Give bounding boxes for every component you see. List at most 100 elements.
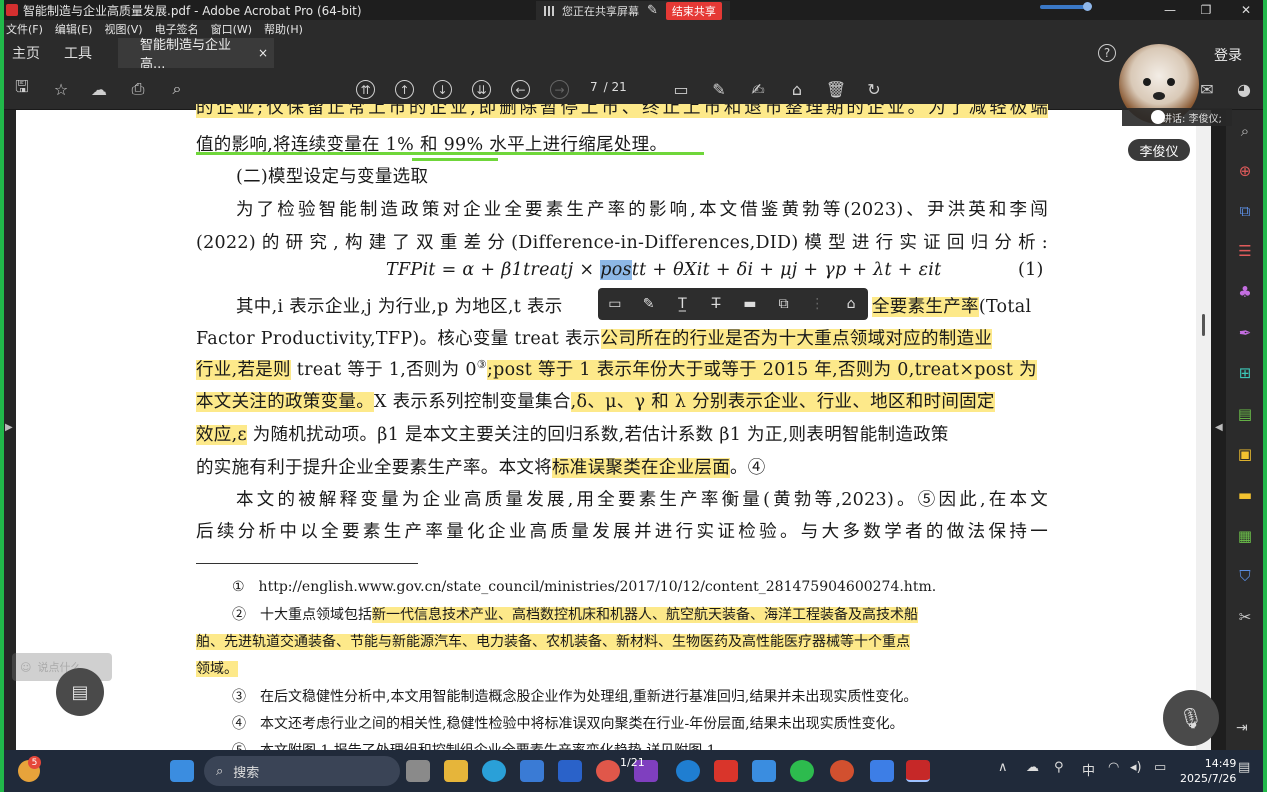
start-icon[interactable] <box>170 760 194 782</box>
battery-icon[interactable]: ▭ <box>1154 760 1166 775</box>
tray-app-icon[interactable]: ☁ <box>1026 760 1039 775</box>
menu-help[interactable]: 帮助(H) <box>264 21 303 37</box>
send-review-icon[interactable]: ▣ <box>1234 443 1256 465</box>
store-icon[interactable] <box>520 760 544 782</box>
ie-icon[interactable] <box>676 760 700 782</box>
clock[interactable]: 14:49 2025/7/26 <box>1180 756 1236 786</box>
mail-icon[interactable]: ✉ <box>1196 78 1218 100</box>
task-view-icon[interactable] <box>406 760 430 782</box>
green-underline <box>196 152 704 155</box>
app-icon[interactable] <box>558 760 582 782</box>
wps-icon[interactable] <box>714 760 738 782</box>
meeting-icon[interactable] <box>870 760 894 782</box>
comment-tool-icon[interactable]: ▬ <box>1234 484 1256 506</box>
upload-cloud-icon[interactable]: ☁ <box>88 78 110 100</box>
taskbar-search[interactable]: ⌕ 搜索 <box>204 756 400 786</box>
edit-pdf-icon[interactable]: ⊞ <box>1234 362 1256 384</box>
section-heading: (二)模型设定与变量选取 <box>236 167 429 187</box>
acrobat-icon <box>6 4 18 16</box>
stamp-icon[interactable]: ▬ <box>733 296 767 312</box>
help-icon[interactable]: ? <box>1098 44 1116 62</box>
volume-icon[interactable]: ◂) <box>1130 760 1142 775</box>
sign-icon[interactable]: ✍ <box>747 78 769 100</box>
mic-muted-button[interactable]: 🎙 <box>1163 690 1219 746</box>
next-page-icon[interactable]: ↓ <box>433 80 452 99</box>
first-page-icon[interactable]: ⇈ <box>356 80 375 99</box>
page-indicator[interactable]: 7 / 21 <box>590 80 627 94</box>
combine-files-icon[interactable]: ⧉ <box>1234 200 1256 222</box>
menu-view[interactable]: 视图(V) <box>104 21 142 37</box>
save-icon[interactable]: 🖫 <box>11 77 33 100</box>
highlight-icon[interactable]: ✎ <box>632 296 666 312</box>
add-comment-icon[interactable]: ▭ <box>598 296 632 312</box>
underline-text-icon[interactable]: T̲ <box>666 296 700 312</box>
copy-icon[interactable]: ⧉ <box>767 296 801 312</box>
restore-button[interactable]: ❐ <box>1186 0 1226 20</box>
feishu-icon[interactable] <box>752 760 776 782</box>
print-production-icon[interactable]: ▦ <box>1234 525 1256 547</box>
export-pdf-icon[interactable]: ♣ <box>1234 281 1256 303</box>
last-page-icon[interactable]: ⇊ <box>472 80 491 99</box>
notification-icon[interactable]: ▤ <box>1238 760 1250 775</box>
tray-chevron-icon[interactable]: ∧ <box>998 760 1008 775</box>
wechat-icon[interactable] <box>790 760 814 782</box>
rotate-icon[interactable]: ↻ <box>863 78 885 100</box>
menu-edit[interactable]: 编辑(E) <box>55 21 93 37</box>
tray-mic-icon[interactable]: ⚲ <box>1054 760 1064 775</box>
search-tool-icon[interactable]: ⌕ <box>1234 120 1256 142</box>
highlight-pen-icon[interactable]: ✎ <box>708 78 730 100</box>
expand-left-icon[interactable]: ▶ <box>5 422 13 433</box>
right-panel-toggle[interactable]: ◀ <box>1211 110 1226 750</box>
vertical-scrollbar[interactable] <box>1196 110 1211 750</box>
edge-icon[interactable] <box>482 760 506 782</box>
nose <box>1153 92 1165 100</box>
organize-pages-icon[interactable]: ☰ <box>1234 240 1256 262</box>
selected-text[interactable]: pos <box>600 260 632 280</box>
account-icon[interactable]: ◕ <box>1233 78 1255 100</box>
forward-icon[interactable]: → <box>550 80 569 99</box>
text-line: 后续分析中以全要素生产率量化企业高质量发展并进行实证检验。与大多数学者的做法保持… <box>196 522 1048 542</box>
emoji-icon[interactable]: ☺ <box>20 661 31 674</box>
wifi-icon[interactable]: ◠ <box>1108 760 1119 775</box>
volume-slider[interactable] <box>1040 2 1092 11</box>
footnote: ③ 在后文稳健性分析中,本文用智能制造概念股企业作为处理组,重新进行基准回归,结… <box>232 689 918 705</box>
footnote: ② 十大重点领域包括新一代信息技术产业、高档数控机床和机器人、航空航天装备、海洋… <box>232 607 918 623</box>
zoom-search-icon[interactable]: ⌕ <box>166 78 188 100</box>
prev-page-icon[interactable]: ↑ <box>395 80 414 99</box>
login-button[interactable]: 登录 <box>1214 45 1242 65</box>
scrollbar-thumb[interactable] <box>1202 314 1205 336</box>
file-explorer-icon[interactable] <box>444 760 468 782</box>
fill-sign-icon[interactable]: ✒ <box>1234 322 1256 344</box>
app-icon[interactable] <box>596 760 620 782</box>
annotate-icon[interactable]: ✎ <box>647 3 658 18</box>
exit-fullscreen-icon[interactable]: ⇥ <box>1236 720 1248 736</box>
current-page[interactable]: 7 <box>590 80 598 94</box>
protect-icon[interactable]: ⛉ <box>1234 565 1256 587</box>
print-icon[interactable]: ⎙ <box>127 78 149 100</box>
tab-home[interactable]: 主页 <box>0 43 52 63</box>
end-share-button[interactable]: 结束共享 <box>665 1 722 20</box>
edit-tag-icon[interactable]: ⌂ <box>786 78 808 100</box>
notification-badge: 5 <box>28 756 41 769</box>
more-tools-icon[interactable]: ✂ <box>1234 606 1256 628</box>
delete-icon[interactable]: 🗑 <box>825 78 847 100</box>
ime-indicator[interactable]: 中 <box>1082 760 1095 779</box>
tab-tools[interactable]: 工具 <box>52 43 104 63</box>
create-pdf-icon[interactable]: ⊕ <box>1234 160 1256 182</box>
menu-file[interactable]: 文件(F) <box>6 21 43 37</box>
close-button[interactable]: ✕ <box>1226 0 1266 20</box>
more-options-icon[interactable]: ⌂ <box>834 296 868 312</box>
chat-button[interactable]: ▤ <box>56 668 104 716</box>
close-tab-icon[interactable]: × <box>258 46 268 60</box>
scan-icon[interactable]: ▤ <box>1234 403 1256 425</box>
strikethrough-icon[interactable]: T̶ <box>699 296 733 312</box>
minimize-button[interactable]: — <box>1150 0 1190 20</box>
tab-document[interactable]: 智能制造与企业高... × <box>118 38 274 72</box>
comment-icon[interactable]: ▭ <box>670 78 692 100</box>
acrobat-taskbar-icon[interactable] <box>906 760 930 782</box>
text-line: Factor Productivity,TFP)。核心变量 treat 表示公司… <box>196 329 993 349</box>
collapse-right-icon[interactable]: ◀ <box>1215 422 1223 433</box>
bookmark-star-icon[interactable]: ☆ <box>50 78 72 100</box>
powerpoint-icon[interactable] <box>830 760 854 782</box>
back-icon[interactable]: ← <box>511 80 530 99</box>
